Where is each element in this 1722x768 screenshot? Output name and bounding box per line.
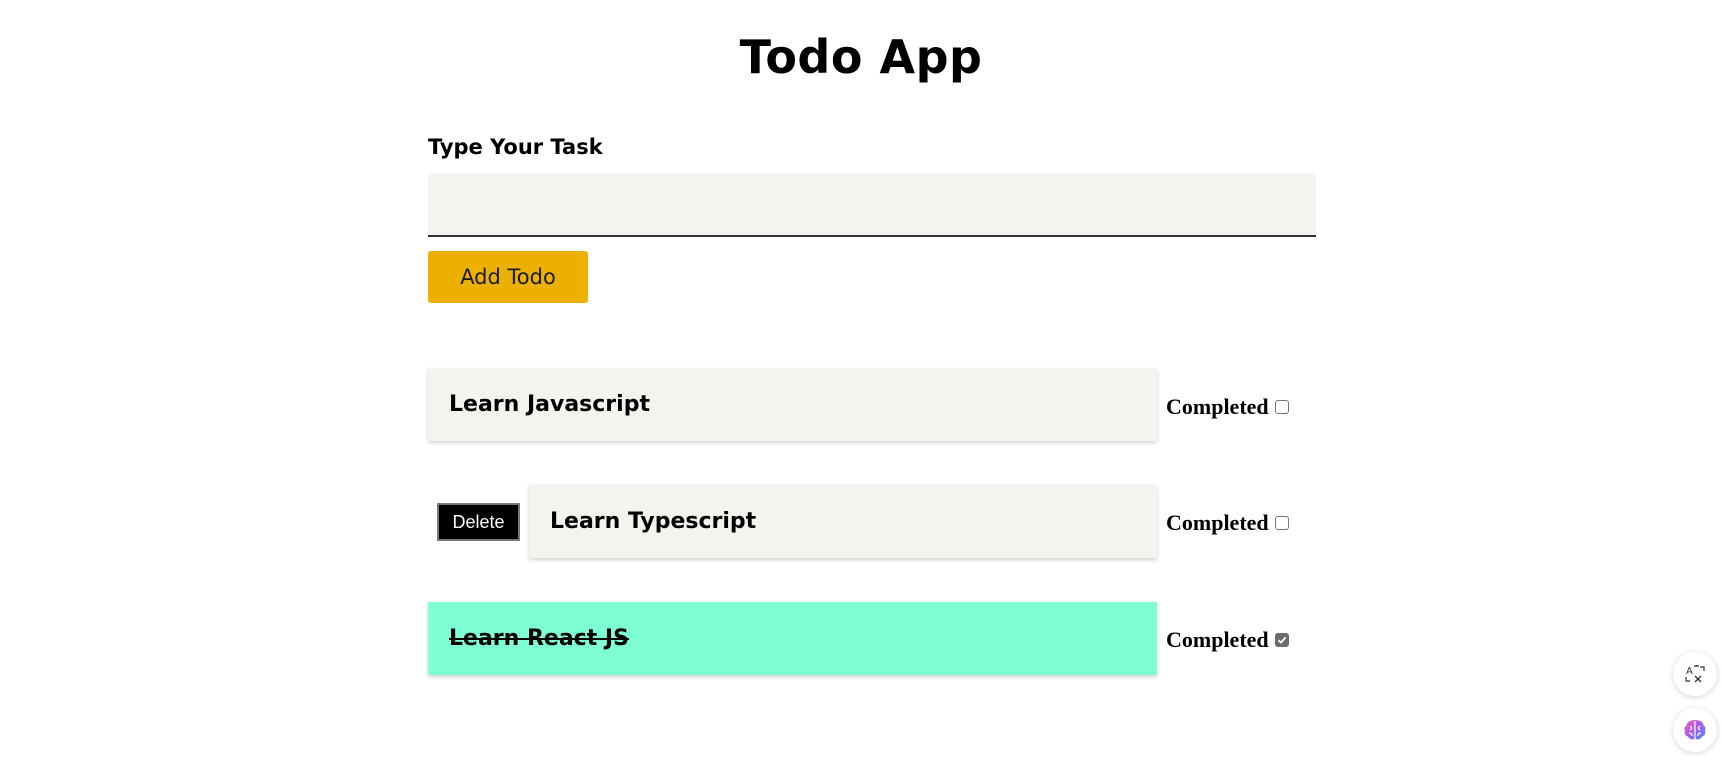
todo-app-page: Todo App Type Your Task Add Todo Learn J… [0, 0, 1722, 768]
task-input-label: Type Your Task [428, 135, 603, 159]
completed-checkbox[interactable] [1274, 400, 1289, 414]
completed-toggle: Completed [1166, 627, 1289, 653]
todo-item-completed[interactable]: Learn React JS [428, 602, 1157, 675]
todo-item-text: Learn Typescript [550, 509, 757, 534]
task-input[interactable] [428, 173, 1316, 237]
ai-assistant-button[interactable] [1673, 708, 1717, 752]
completed-checkbox[interactable] [1274, 516, 1289, 530]
todo-item-text: Learn React JS [449, 626, 629, 651]
brain-icon [1684, 720, 1706, 740]
completed-checkbox-checked[interactable] [1274, 633, 1289, 647]
add-todo-button[interactable]: Add Todo [428, 251, 588, 303]
completed-toggle: Completed [1166, 394, 1289, 420]
delete-button[interactable]: Delete [437, 503, 520, 541]
translate-icon: A [1685, 665, 1705, 683]
todo-item[interactable]: Learn Javascript [428, 368, 1157, 441]
translate-button[interactable]: A [1673, 652, 1717, 696]
completed-label: Completed [1166, 394, 1269, 419]
page-title: Todo App [739, 30, 983, 84]
completed-label: Completed [1166, 510, 1269, 535]
checkmark-icon [1277, 636, 1286, 644]
todo-item-text: Learn Javascript [449, 392, 650, 417]
svg-text:A: A [1686, 666, 1693, 677]
completed-label: Completed [1166, 627, 1269, 652]
completed-toggle: Completed [1166, 510, 1289, 536]
todo-item[interactable]: Learn Typescript [529, 485, 1157, 558]
